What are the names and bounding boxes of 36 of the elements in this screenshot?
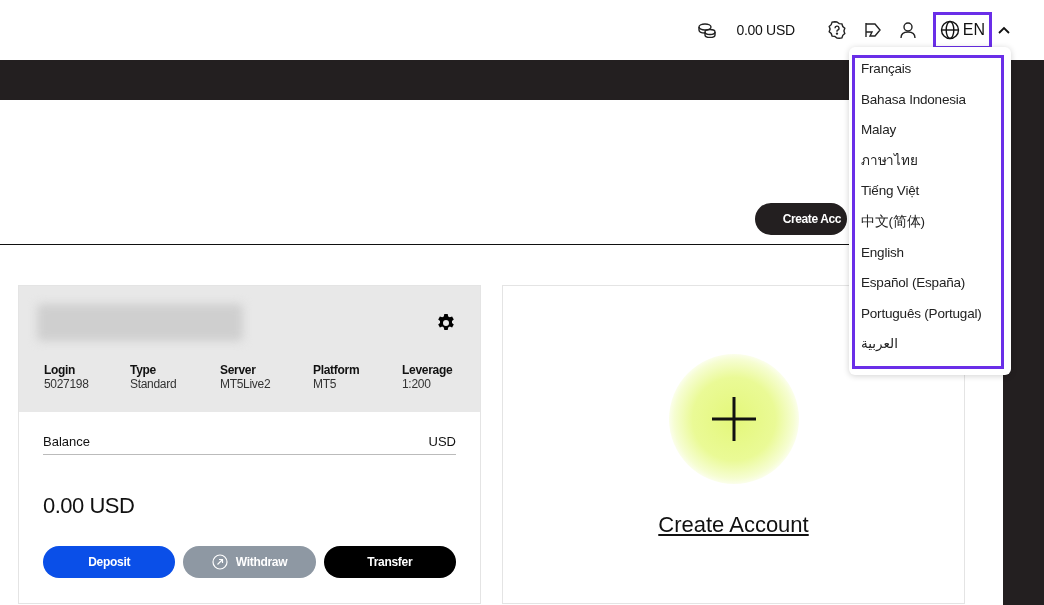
language-option[interactable]: Français <box>861 60 912 91</box>
language-option[interactable]: العربية <box>861 335 898 366</box>
field-value: MT5Live2 <box>220 377 272 391</box>
language-option[interactable]: Tiếng Việt <box>861 182 920 213</box>
user-icon[interactable] <box>899 21 916 39</box>
language-option[interactable]: Bahasa Indonesia <box>861 90 966 122</box>
language-option[interactable]: Español (España) <box>861 274 966 305</box>
field-value: Standard <box>130 377 178 391</box>
field-label: Leverage <box>402 363 454 377</box>
account-balance: 0.00 USD <box>736 22 795 38</box>
settings-icon[interactable] <box>436 312 456 333</box>
balance-amount: 0.00 USD <box>43 493 136 519</box>
create-account-button[interactable]: Create Acc <box>754 203 847 235</box>
create-account-link[interactable]: Create Account <box>658 512 809 538</box>
language-option[interactable]: English <box>861 243 904 275</box>
language-option[interactable]: 中文(简体) <box>861 212 925 244</box>
language-option[interactable]: ภาษาไทย <box>861 151 918 183</box>
language-option[interactable]: Malay <box>861 121 896 152</box>
field-label: Server <box>220 363 257 377</box>
globe-icon <box>939 20 960 40</box>
arrow-circle-icon <box>211 554 228 570</box>
field-label: Login <box>44 363 77 377</box>
language-option[interactable]: Português (Portugal) <box>861 304 982 336</box>
help-icon[interactable] <box>827 21 846 39</box>
balance-label: Balance <box>43 434 90 449</box>
currency-label: USD <box>428 434 456 449</box>
field-value: 1:200 <box>402 377 432 391</box>
caret-icon[interactable] <box>998 26 1010 34</box>
field-label: Type <box>130 363 157 377</box>
field-label: Platform <box>313 363 361 377</box>
field-value: 5027198 <box>44 377 90 391</box>
transfer-button[interactable]: Transfer <box>323 546 456 578</box>
deposit-button[interactable]: Deposit <box>43 546 176 578</box>
coins-icon[interactable] <box>697 22 718 38</box>
field-value: MT5 <box>313 377 338 391</box>
megaphone-icon[interactable] <box>863 21 882 39</box>
